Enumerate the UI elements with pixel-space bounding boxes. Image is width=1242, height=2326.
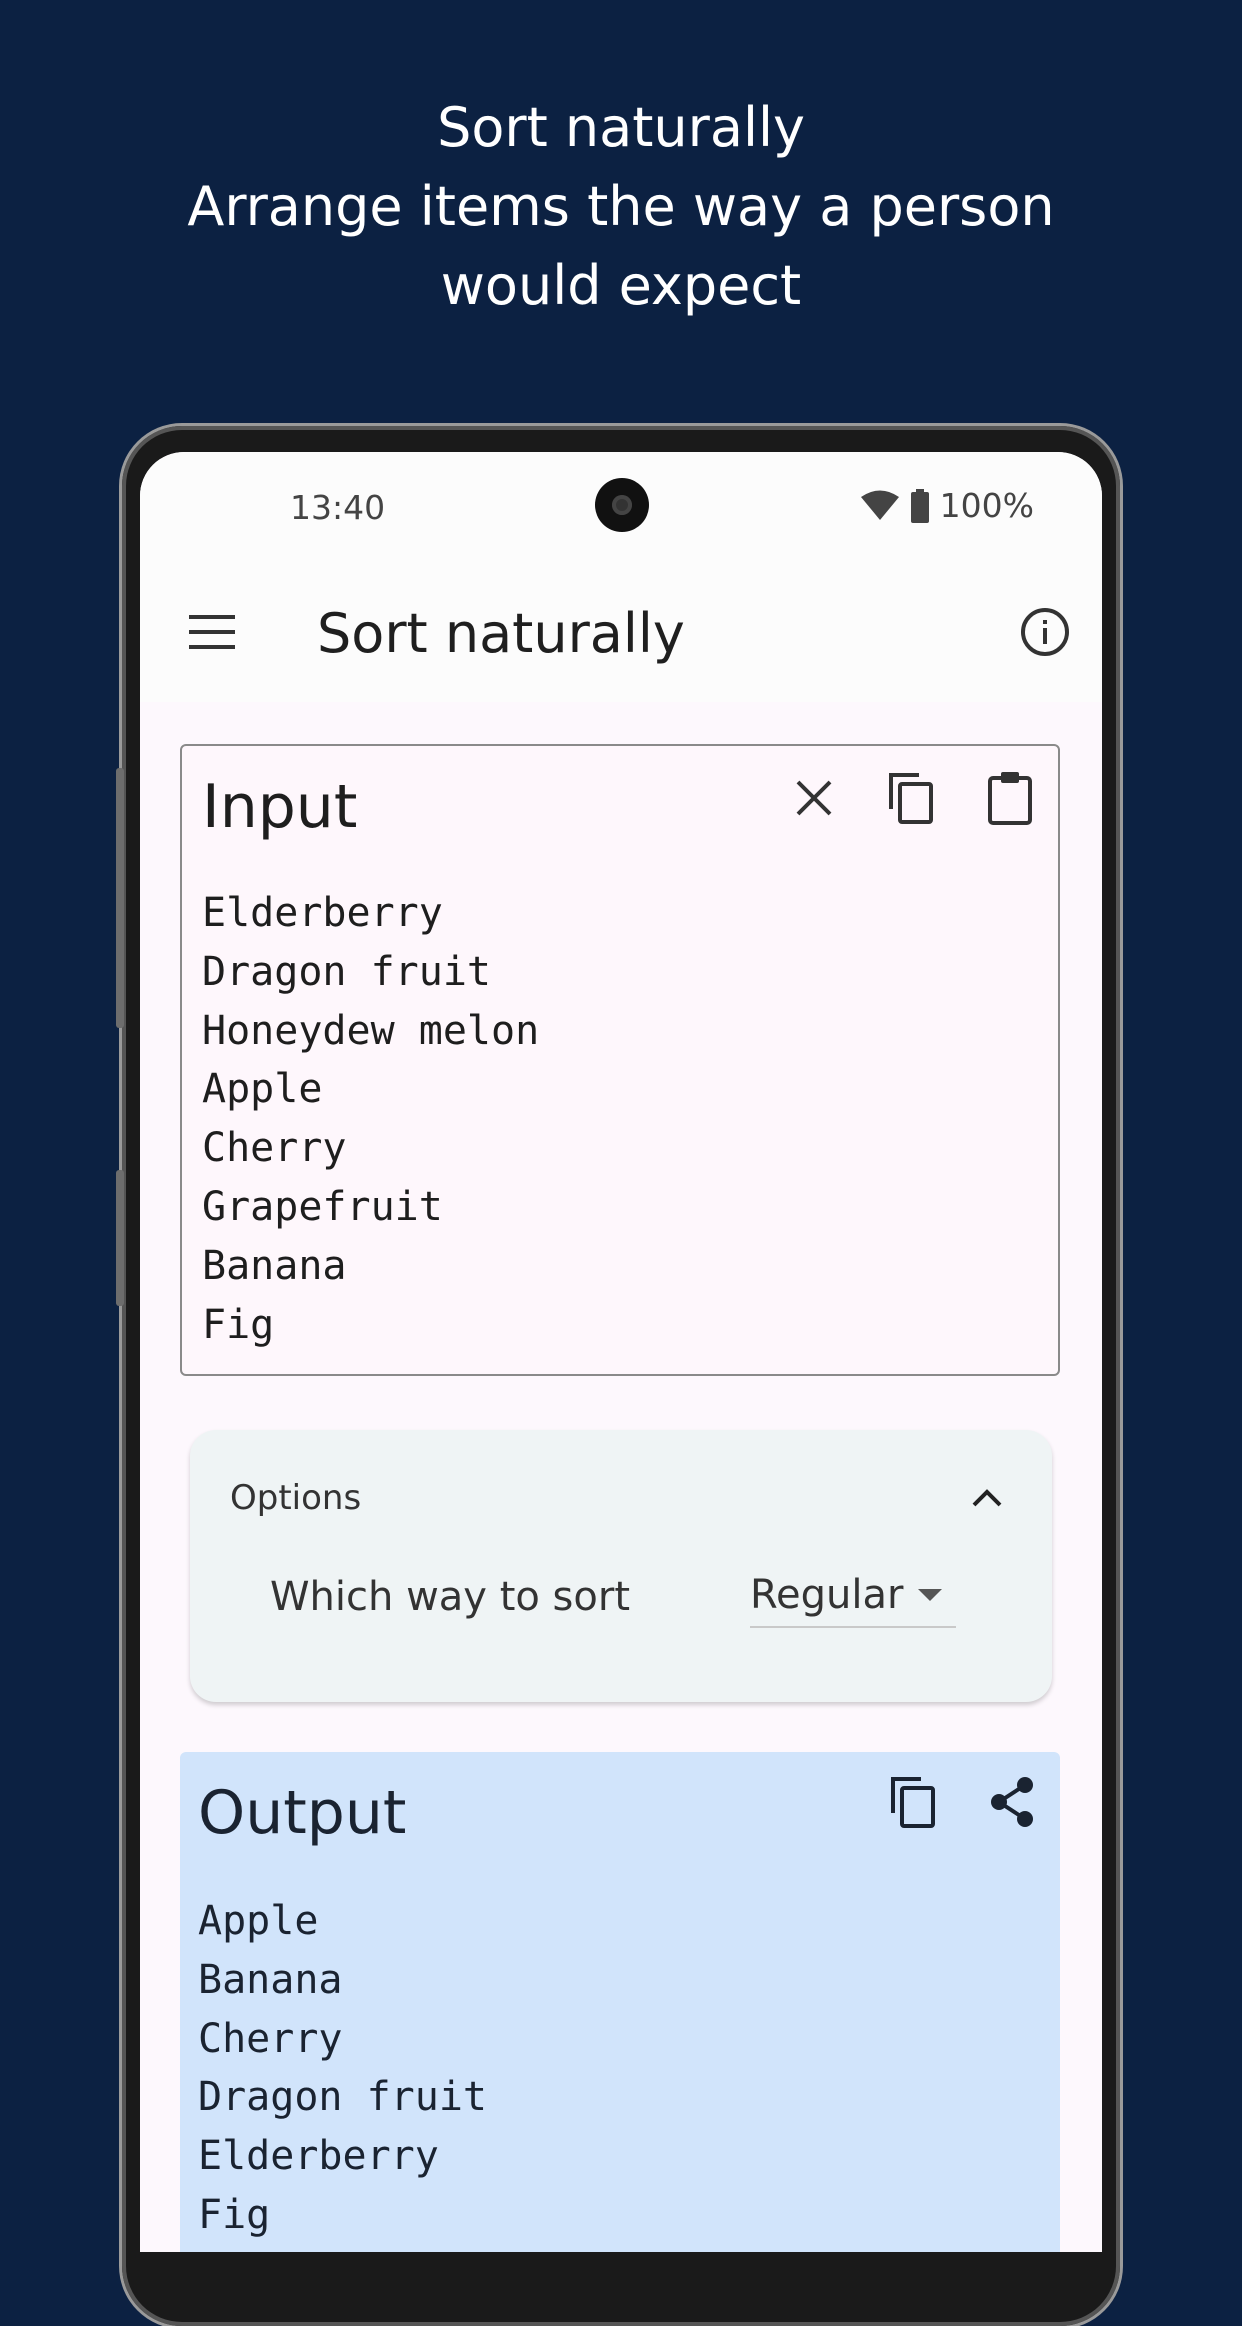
list-item: Banana xyxy=(202,1242,347,1289)
paste-icon[interactable] xyxy=(980,768,1040,828)
output-card: Output Apple Banana Cherry Dragon fruit … xyxy=(180,1752,1060,2252)
volume-button xyxy=(116,768,124,1028)
list-item: Cherry xyxy=(202,1125,347,1172)
list-item: Dragon fruit xyxy=(198,2074,487,2121)
status-time: 13:40 xyxy=(290,488,386,527)
app-screen: 13:40 100% Sort naturally Input Elderber… xyxy=(140,452,1102,2252)
list-item: Fig xyxy=(202,1301,275,1348)
list-item: Cherry xyxy=(198,2015,343,2062)
promo-line-3: would expect xyxy=(440,254,802,317)
output-list[interactable]: Apple Banana Cherry Dragon fruit Elderbe… xyxy=(198,1892,487,2245)
menu-icon[interactable] xyxy=(185,605,239,659)
input-card: Input Elderberry Dragon fruit Honeydew m… xyxy=(180,744,1060,1376)
status-icons: 100% xyxy=(860,486,1034,525)
power-button xyxy=(116,1170,124,1306)
battery-percentage: 100% xyxy=(939,486,1034,525)
promo-line-2: Arrange items the way a person xyxy=(187,175,1055,238)
options-label: Options xyxy=(230,1478,362,1518)
input-list[interactable]: Elderberry Dragon fruit Honeydew melon A… xyxy=(202,884,539,1354)
list-item: Grapefruit xyxy=(202,1183,443,1230)
list-item: Apple xyxy=(198,1898,319,1944)
list-item: Fig xyxy=(198,2191,271,2238)
copy-icon[interactable] xyxy=(884,1772,944,1832)
promo-line-1: Sort naturally xyxy=(437,96,805,159)
copy-icon[interactable] xyxy=(882,768,942,828)
input-title: Input xyxy=(202,772,358,842)
app-title: Sort naturally xyxy=(317,602,685,665)
promo-headline: Sort naturally Arrange items the way a p… xyxy=(0,88,1242,325)
list-item: Honeydew melon xyxy=(202,1007,540,1054)
chevron-up-icon[interactable] xyxy=(962,1474,1012,1524)
sort-dropdown[interactable]: Regular xyxy=(750,1564,956,1628)
output-title: Output xyxy=(198,1778,407,1848)
list-item: Banana xyxy=(198,1956,343,2003)
list-item: Elderberry xyxy=(202,890,443,936)
input-actions xyxy=(784,768,1040,828)
wifi-icon xyxy=(860,490,899,520)
list-item: Dragon fruit xyxy=(202,948,491,995)
app-bar: Sort naturally xyxy=(140,562,1102,702)
clear-icon[interactable] xyxy=(784,768,844,828)
share-icon[interactable] xyxy=(982,1772,1042,1832)
sort-value: Regular xyxy=(750,1572,904,1618)
list-item: Elderberry xyxy=(198,2133,439,2180)
output-actions xyxy=(884,1772,1042,1832)
status-bar: 13:40 100% xyxy=(140,452,1102,562)
info-icon[interactable] xyxy=(1018,605,1072,659)
battery-icon xyxy=(910,488,929,523)
dropdown-caret-icon xyxy=(918,1589,942,1601)
front-camera xyxy=(595,478,649,532)
list-item: Apple xyxy=(202,1066,323,1113)
options-panel: Options Which way to sort Regular xyxy=(190,1430,1052,1702)
sort-label: Which way to sort xyxy=(270,1574,630,1620)
